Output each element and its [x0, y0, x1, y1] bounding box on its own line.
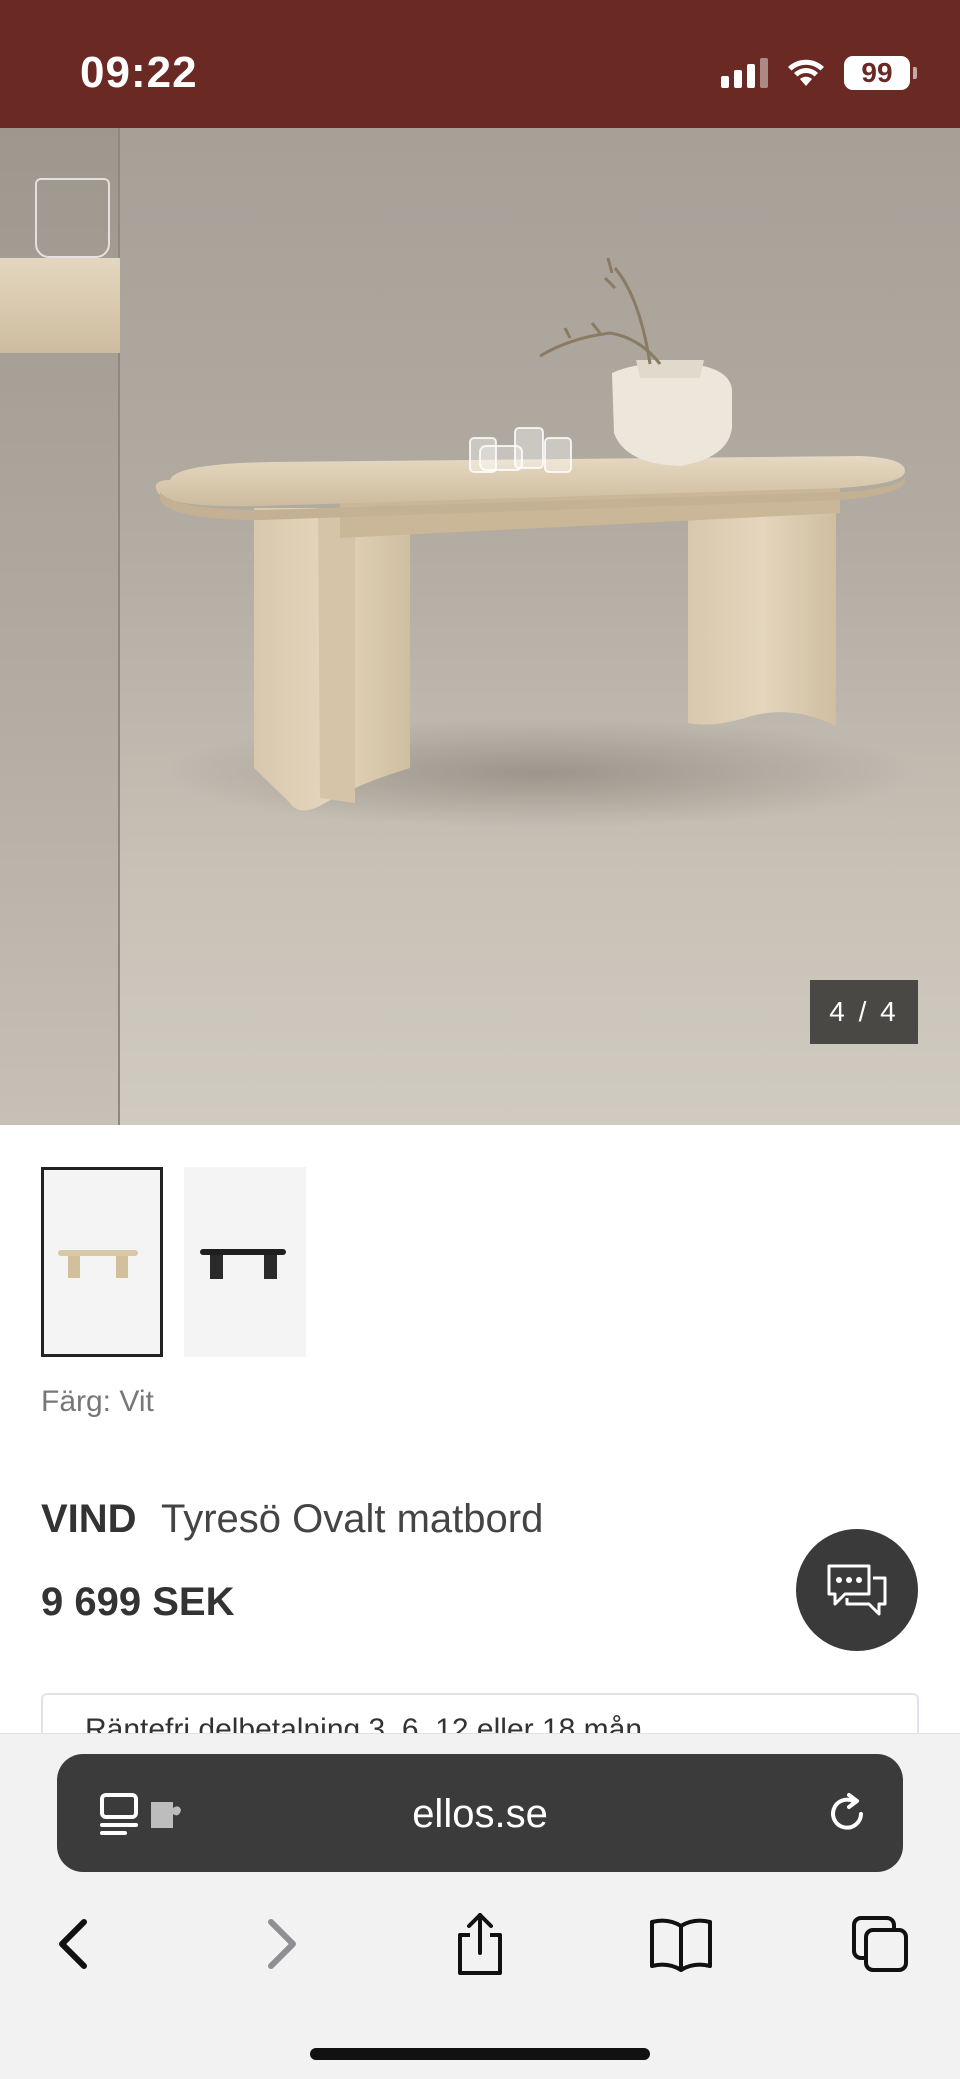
forward-icon [268, 1919, 296, 1969]
product-name: Tyresö Ovalt matbord [160, 1497, 544, 1541]
table-thumbnail-image [58, 1250, 138, 1278]
product-title: VIND Tyresö Ovalt matbord [41, 1497, 543, 1542]
url-text: ellos.se [412, 1792, 548, 1836]
chat-button[interactable] [796, 1529, 918, 1651]
forward-button[interactable] [241, 1904, 321, 1984]
table-thumbnail-image [200, 1249, 286, 1279]
color-label: Färg: Vit [41, 1385, 154, 1418]
product-photo [155, 257, 920, 828]
address-bar[interactable]: ellos.se [57, 1754, 903, 1872]
status-time: 09:22 [80, 48, 198, 97]
tabs-icon [852, 1916, 908, 1972]
status-icons: 99 [721, 56, 917, 90]
bookmarks-button[interactable] [641, 1904, 721, 1984]
status-bar: 09:22 99 [0, 0, 960, 128]
bookmarks-icon [650, 1918, 712, 1972]
thumbnail-light-oak-table[interactable] [41, 1167, 163, 1357]
browser-toolbar: ellos.se [0, 1733, 960, 2079]
wifi-icon [788, 59, 824, 86]
thumbnail-black-table[interactable] [184, 1167, 306, 1357]
share-icon [458, 1913, 502, 1975]
image-counter-badge: 4 / 4 [810, 980, 918, 1044]
product-brand[interactable]: VIND [41, 1497, 137, 1541]
chat-bubbles-icon [827, 1564, 887, 1616]
share-button[interactable] [440, 1904, 520, 1984]
product-price: 9 699 SEK [41, 1580, 235, 1624]
battery-icon: 99 [844, 56, 917, 90]
back-icon [59, 1919, 87, 1969]
home-indicator[interactable] [310, 2048, 650, 2060]
back-button[interactable] [34, 1904, 114, 1984]
reload-icon[interactable] [825, 1792, 869, 1836]
browser-nav-row [0, 1904, 960, 1984]
tabs-button[interactable] [841, 1904, 921, 1984]
product-image-carousel[interactable]: 4 / 4 [0, 128, 960, 1125]
cellular-signal-icon [721, 58, 768, 88]
